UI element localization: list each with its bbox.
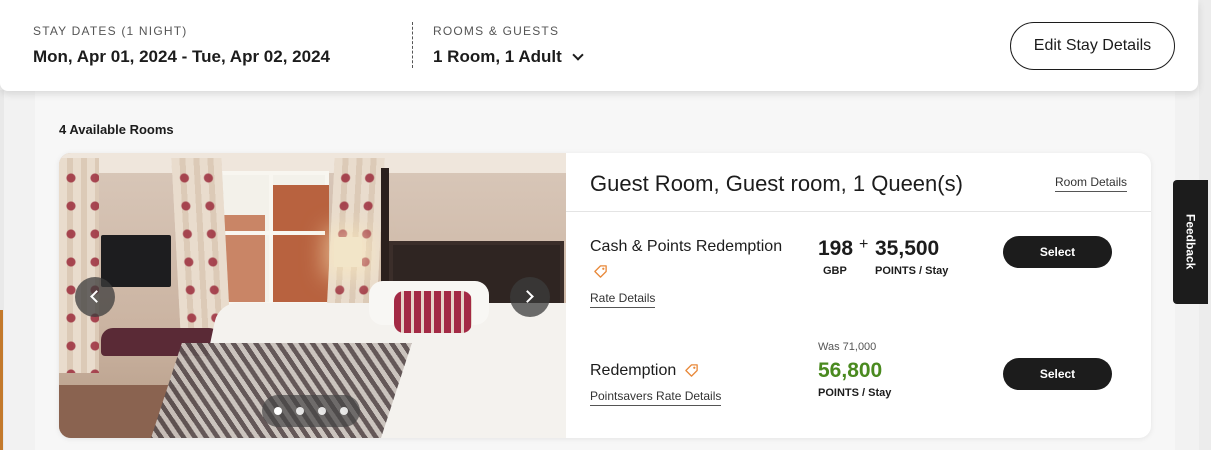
rooms-guests-label: ROOMS & GUESTS (433, 24, 560, 38)
carousel-dots (262, 395, 360, 427)
available-rooms-count: 4 Available Rooms (59, 122, 174, 137)
select-rate-button[interactable]: Select (1003, 236, 1112, 268)
carousel-next-button[interactable] (510, 277, 550, 317)
carousel-dot-1[interactable] (274, 407, 282, 415)
room-title: Guest Room, Guest room, 1 Queen(s) (590, 171, 963, 196)
pointsavers-rate-details-link[interactable]: Pointsavers Rate Details (590, 389, 722, 406)
header-divider (412, 22, 413, 68)
stay-dates: STAY DATES (1 NIGHT) Mon, Apr 01, 2024 -… (33, 24, 330, 67)
photo-curtain-left (59, 158, 99, 373)
points-unit: POINTS / Stay (818, 387, 892, 399)
carousel-dot-3[interactable] (318, 407, 326, 415)
chevron-right-icon (521, 290, 534, 303)
points-amount: 35,500 (875, 237, 940, 260)
photo-lamp (334, 237, 362, 267)
carousel-dot-2[interactable] (296, 407, 304, 415)
left-edge-accent (0, 310, 3, 450)
rooms-guests[interactable]: ROOMS & GUESTS 1 Room, 1 Adult (433, 24, 584, 67)
select-rate-button[interactable]: Select (1003, 358, 1112, 390)
details-divider (566, 211, 1151, 212)
photo-window-mullion-v (269, 175, 273, 302)
feedback-tab[interactable]: Feedback (1173, 180, 1208, 304)
carousel-prev-button[interactable] (75, 277, 115, 317)
rate-name: Redemption (590, 362, 677, 379)
tag-icon (685, 364, 698, 377)
discounted-points-amount: 56,800 (818, 359, 883, 382)
stay-dates-label: STAY DATES (1 NIGHT) (33, 24, 188, 38)
cash-amount: 198 (818, 237, 854, 260)
photo-window-mullion-h (213, 231, 325, 235)
points-unit: POINTS / Stay (875, 265, 949, 277)
photo-ceiling (59, 153, 566, 173)
cash-currency: GBP (823, 265, 847, 277)
carousel-dot-4[interactable] (340, 407, 348, 415)
edit-stay-details-button[interactable]: Edit Stay Details (1010, 22, 1175, 70)
rate-name: Cash & Points Redemption (590, 238, 783, 255)
chevron-left-icon (90, 290, 103, 303)
was-price: Was 71,000 (818, 341, 877, 353)
room-card: Guest Room, Guest room, 1 Queen(s) Room … (59, 153, 1151, 438)
stay-dates-value: Mon, Apr 01, 2024 - Tue, Apr 02, 2024 (33, 47, 330, 66)
rooms-guests-dropdown[interactable]: 1 Room, 1 Adult (433, 47, 584, 67)
rooms-guests-value: 1 Room, 1 Adult (433, 47, 562, 66)
left-edge (0, 90, 4, 450)
room-details: Guest Room, Guest room, 1 Queen(s) Room … (566, 153, 1151, 438)
photo-tv (101, 235, 171, 287)
photo-building-right (269, 185, 329, 302)
stay-summary-bar: STAY DATES (1 NIGHT) Mon, Apr 01, 2024 -… (0, 0, 1198, 91)
rate-details-link[interactable]: Rate Details (590, 291, 656, 308)
plus-sign: + (859, 236, 869, 253)
tag-icon (594, 265, 607, 278)
room-details-link[interactable]: Room Details (1055, 175, 1128, 192)
room-photo-carousel[interactable] (59, 153, 566, 438)
chevron-down-icon[interactable] (572, 48, 584, 61)
photo-striped-pillow (394, 291, 472, 333)
